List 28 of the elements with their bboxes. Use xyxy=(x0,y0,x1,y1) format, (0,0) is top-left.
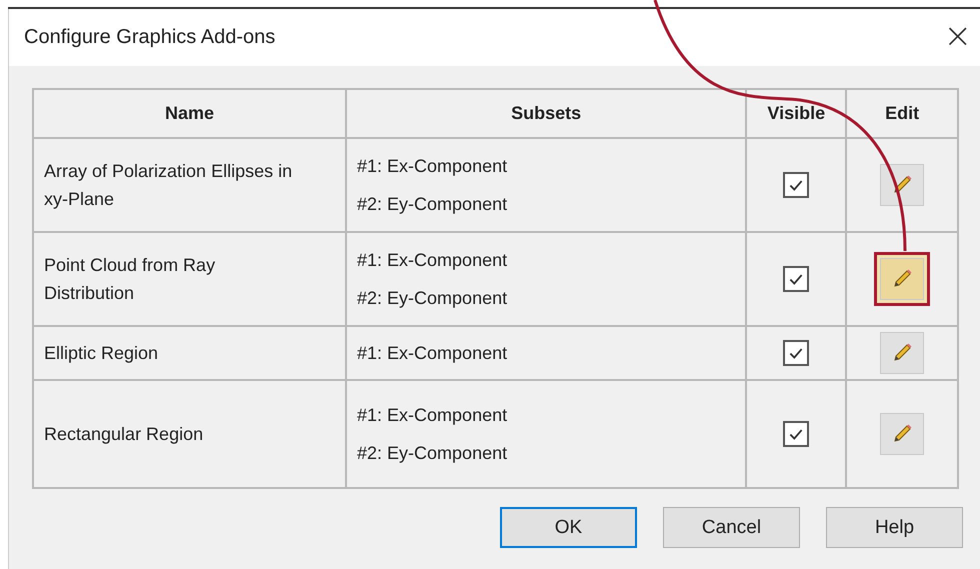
subset-label: #1: Ex-Component xyxy=(357,404,508,427)
subset-label: #1: Ex-Component xyxy=(357,249,508,272)
edit-button[interactable] xyxy=(880,332,924,374)
checkbox[interactable] xyxy=(783,340,810,366)
subset-label: #2: Ey-Component xyxy=(357,193,508,216)
checkbox[interactable] xyxy=(783,172,810,198)
edit-button[interactable] xyxy=(880,164,924,206)
edit-button[interactable] xyxy=(880,258,924,300)
subset-label: #2: Ey-Component xyxy=(357,442,508,465)
subset-label: #1: Ex-Component xyxy=(357,342,508,365)
column-header: Name xyxy=(33,89,346,138)
table-cell: Array of Polarization Ellipses in xy-Plane xyxy=(33,138,346,232)
dialog-button[interactable]: Help xyxy=(826,507,963,548)
window-title: Configure Graphics Add-ons xyxy=(24,26,276,49)
column-header: Subsets xyxy=(346,89,746,138)
edit-button[interactable] xyxy=(880,413,924,455)
subset-label: #2: Ey-Component xyxy=(357,287,508,310)
subset-label: #1: Ex-Component xyxy=(357,155,508,178)
column-header: Visible xyxy=(746,89,846,138)
table-cell: Elliptic Region xyxy=(33,326,346,380)
table-cell: Point Cloud from Ray Distribution xyxy=(33,232,346,326)
dialog-button[interactable]: OK xyxy=(500,507,637,548)
table-cell: Rectangular Region xyxy=(33,380,346,488)
checkbox[interactable] xyxy=(783,421,810,447)
dialog-button[interactable]: Cancel xyxy=(663,507,800,548)
checkbox[interactable] xyxy=(783,266,810,292)
close-button[interactable]: × xyxy=(934,18,980,56)
column-header: Edit xyxy=(846,89,958,138)
